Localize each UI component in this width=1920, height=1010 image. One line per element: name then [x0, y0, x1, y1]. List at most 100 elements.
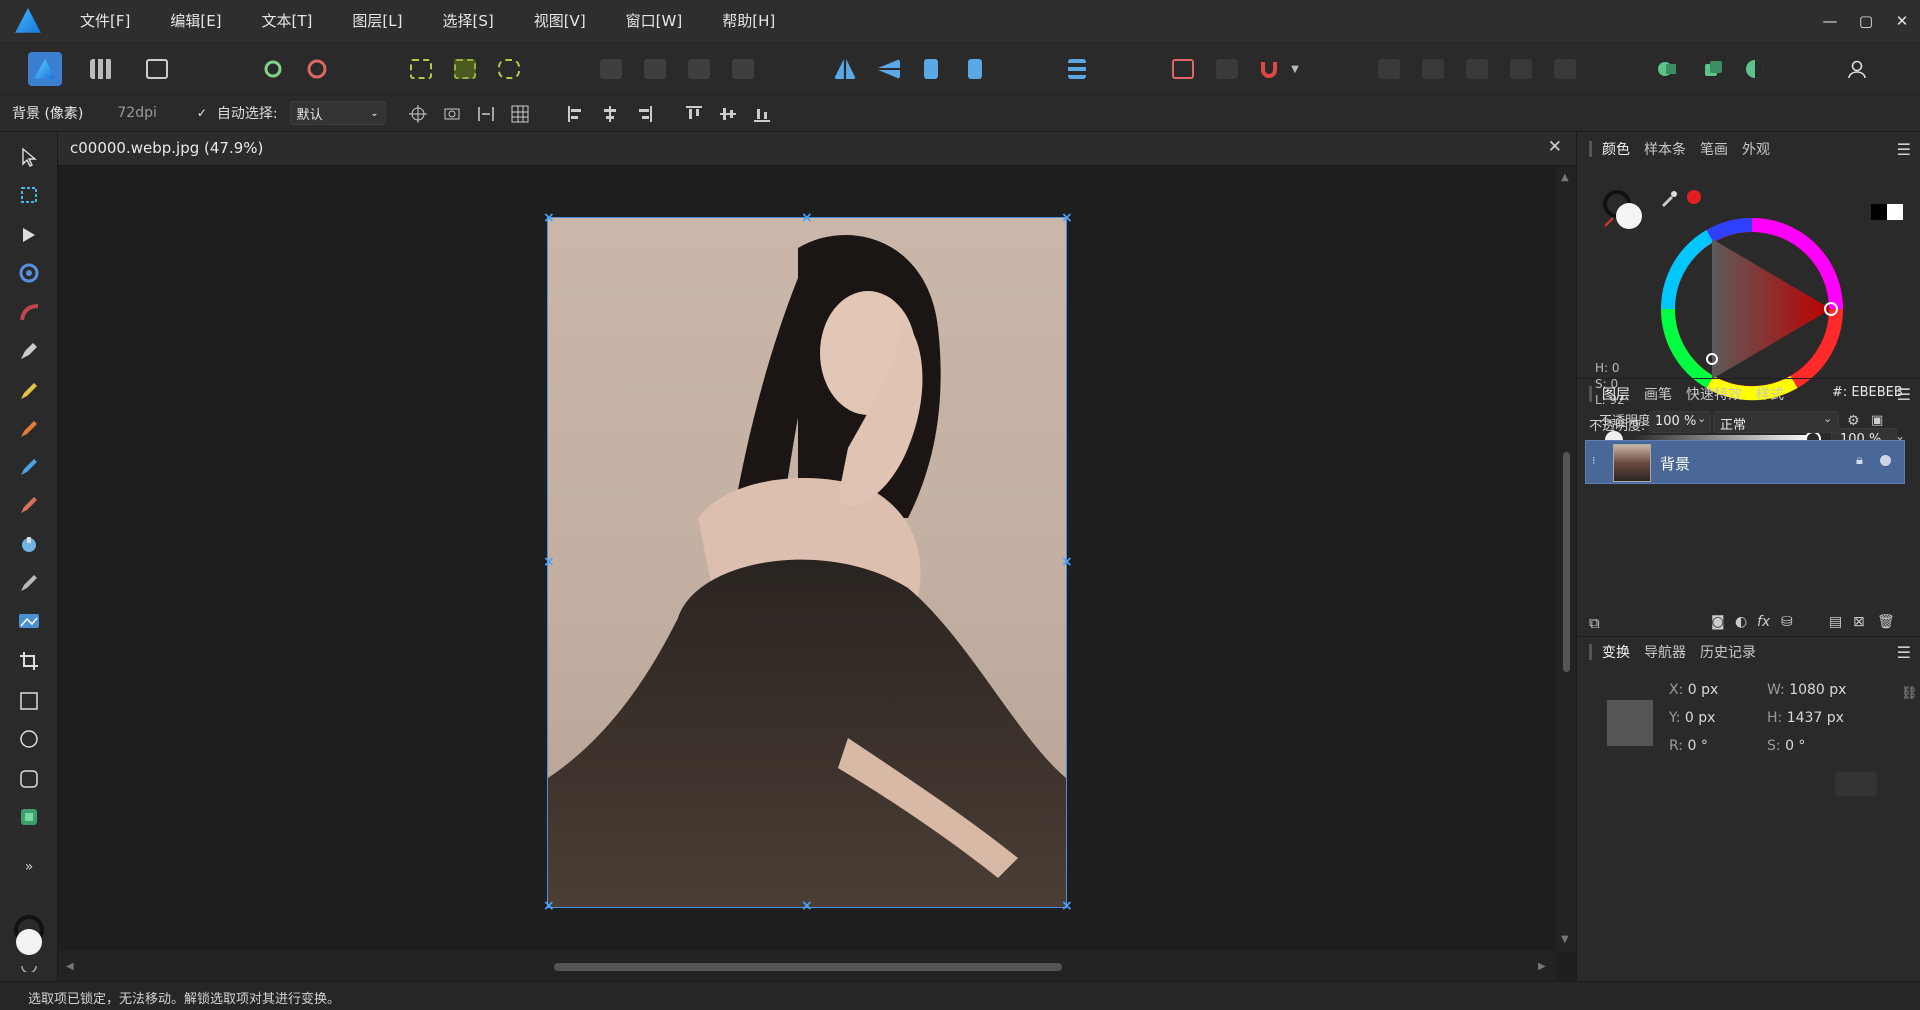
user-account-icon[interactable]: [1840, 52, 1874, 86]
liquify-persona-icon[interactable]: [84, 52, 118, 86]
document-tab[interactable]: c00000.webp.jpg (47.9%): [70, 139, 263, 157]
fill-tool-icon[interactable]: [16, 454, 42, 480]
chevron-down-icon[interactable]: ⌄: [1823, 412, 1832, 425]
resize-handle-bottom-left[interactable]: ×: [543, 899, 555, 913]
anchor-selector-icon[interactable]: [1607, 700, 1653, 746]
move-tool-icon[interactable]: [16, 144, 42, 170]
auto-select-dropdown[interactable]: 默认 ⌄: [289, 101, 386, 125]
photo-image[interactable]: [547, 217, 1067, 908]
picked-color-swatch[interactable]: [1687, 190, 1701, 204]
photo-persona-icon[interactable]: [28, 52, 62, 86]
menu-help[interactable]: 帮助[H]: [702, 0, 795, 42]
disabled-tool-6-icon[interactable]: [1416, 52, 1450, 86]
ellipse-tool-icon[interactable]: [16, 726, 42, 752]
paint-brush-icon[interactable]: [16, 300, 42, 326]
maximize-icon[interactable]: ▢: [1848, 0, 1884, 42]
align-center-icon[interactable]: [598, 102, 622, 126]
blend-mode-dropdown[interactable]: 正常: [1713, 411, 1839, 433]
grid-icon[interactable]: [508, 102, 532, 126]
chevron-down-icon[interactable]: ⌄: [1697, 412, 1706, 425]
y-input[interactable]: 0 px: [1685, 710, 1716, 726]
flip-horizontal-icon[interactable]: [828, 52, 862, 86]
adjustment-layer-icon[interactable]: ◐: [1735, 614, 1747, 630]
tab-color[interactable]: 颜色: [1602, 139, 1630, 159]
dodge-tool-icon[interactable]: [16, 492, 42, 518]
layer-row[interactable]: ⁝ 背景 🔒︎: [1585, 440, 1905, 484]
disabled-tool-1-icon[interactable]: [594, 52, 628, 86]
layer-expand-icon[interactable]: ⁝: [1592, 454, 1596, 467]
view-tool-icon[interactable]: [16, 182, 42, 208]
link-aspect-icon[interactable]: ⛓: [1901, 686, 1918, 701]
flood-select-icon[interactable]: [16, 260, 42, 286]
rectangle-tool-icon[interactable]: [16, 688, 42, 714]
resize-handle-bottom-right[interactable]: ×: [1061, 899, 1073, 913]
trash-icon[interactable]: 🗑︎: [1877, 614, 1895, 630]
transform-mode-button[interactable]: [1835, 772, 1877, 796]
snapping-dropdown-icon[interactable]: ▼: [1286, 52, 1304, 86]
export-persona-icon[interactable]: [140, 52, 174, 86]
clone-tool-icon[interactable]: [16, 532, 42, 558]
tab-swatches[interactable]: 样本条: [1644, 139, 1686, 159]
vertical-scroll-thumb[interactable]: [1563, 452, 1570, 672]
disabled-tool-5-icon[interactable]: [1372, 52, 1406, 86]
menu-edit[interactable]: 编辑[E]: [150, 0, 241, 42]
menu-text[interactable]: 文本[T]: [242, 0, 333, 42]
tab-navigator[interactable]: 导航器: [1644, 642, 1686, 662]
tab-transform[interactable]: 变换: [1602, 642, 1630, 662]
menu-window[interactable]: 窗口[W]: [606, 0, 703, 42]
snapping-grid-icon[interactable]: [1166, 52, 1200, 86]
white-swatch[interactable]: [1887, 204, 1903, 220]
h-input[interactable]: 1437 px: [1787, 710, 1844, 726]
tab-layers[interactable]: 图层: [1602, 384, 1630, 404]
transform-origin-icon[interactable]: [406, 102, 430, 126]
rounded-rectangle-tool-icon[interactable]: [16, 766, 42, 792]
x-input[interactable]: 0 px: [1688, 682, 1719, 698]
layer-lock-icon[interactable]: 🔒︎: [1856, 453, 1863, 468]
rotate-left-icon[interactable]: [914, 52, 948, 86]
menu-layer[interactable]: 图层[L]: [332, 0, 422, 42]
group-layers-icon[interactable]: ⊠: [1853, 614, 1865, 630]
s-input[interactable]: 0 °: [1785, 738, 1805, 754]
pen-tool-icon[interactable]: [16, 338, 42, 364]
tab-styles[interactable]: 样式: [1756, 384, 1784, 404]
erase-brush-icon[interactable]: [16, 416, 42, 442]
invert-selection-icon[interactable]: [492, 52, 526, 86]
color-wheel[interactable]: [1657, 214, 1847, 404]
close-document-icon[interactable]: ✕: [1548, 137, 1562, 157]
align-right-icon[interactable]: [632, 102, 656, 126]
healing-brush-icon[interactable]: [16, 570, 42, 596]
assistant-icon[interactable]: [1210, 52, 1244, 86]
align-icon[interactable]: [1060, 52, 1094, 86]
fx-icon[interactable]: fx: [1757, 614, 1770, 630]
lock-icon[interactable]: ▣: [1871, 413, 1883, 428]
horizontal-scrollbar[interactable]: ◀ ▶: [58, 951, 1556, 981]
deselect-icon[interactable]: [448, 52, 482, 86]
close-icon[interactable]: ✕: [1884, 0, 1920, 42]
selection-brush-icon[interactable]: [16, 222, 42, 248]
tab-brushes[interactable]: 画笔: [1644, 384, 1672, 404]
black-swatch[interactable]: [1871, 204, 1887, 220]
disabled-tool-2-icon[interactable]: [638, 52, 672, 86]
rotate-right-icon[interactable]: [958, 52, 992, 86]
settings-icon[interactable]: [256, 52, 290, 86]
pencil-tool-icon[interactable]: [16, 378, 42, 404]
panel-menu-icon[interactable]: ☰: [1897, 385, 1911, 404]
menu-select[interactable]: 选择[S]: [422, 0, 513, 42]
visibility-dot-icon[interactable]: [1880, 455, 1891, 466]
resize-handle-top[interactable]: ×: [801, 211, 813, 225]
live-filter-icon[interactable]: ⛁: [1781, 614, 1793, 630]
affinity-logo-icon[interactable]: [15, 8, 41, 33]
text-frame-tool-icon[interactable]: [16, 804, 42, 830]
scroll-up-icon[interactable]: ▲: [1561, 172, 1569, 183]
layer-duplicate-icon[interactable]: ⧉: [1589, 614, 1600, 632]
menu-view[interactable]: 视图[V]: [514, 0, 606, 42]
auto-select-checkbox[interactable]: ✓ 自动选择:: [197, 103, 278, 123]
mask-layer-icon[interactable]: ◙: [1711, 614, 1725, 630]
vertical-scrollbar[interactable]: ▲ ▼: [1556, 166, 1576, 951]
tab-stroke[interactable]: 笔画: [1700, 139, 1728, 159]
crop-tool-icon[interactable]: [16, 648, 42, 674]
flip-vertical-icon[interactable]: [872, 52, 906, 86]
expand-tools-icon[interactable]: »: [16, 854, 42, 880]
add-pixel-layer-icon[interactable]: ▤: [1829, 614, 1842, 630]
resize-handle-left[interactable]: ×: [543, 555, 555, 569]
